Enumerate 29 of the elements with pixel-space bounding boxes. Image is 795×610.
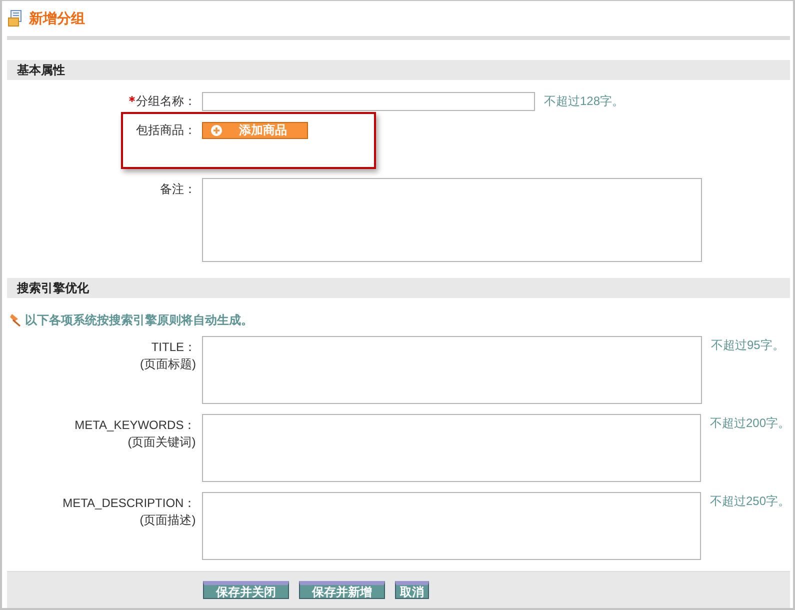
action-button[interactable]: 保存并新增: [299, 581, 385, 599]
add-goods-button[interactable]: 添加商品: [202, 122, 308, 139]
text-area[interactable]: [202, 414, 701, 482]
field-label: META_KEYWORDS：: [74, 417, 196, 434]
plus-icon: [211, 125, 222, 136]
pushpin-icon: [7, 313, 21, 327]
info-note: 以下各项系统按搜索引擎原则将自动生成。: [25, 312, 253, 328]
text-area[interactable]: [202, 336, 702, 404]
action-button[interactable]: 保存并关闭: [203, 581, 289, 599]
text-area[interactable]: [202, 178, 702, 262]
name-input[interactable]: [202, 92, 535, 111]
field-label: 分组名称：: [129, 93, 196, 110]
field-label: 备注：: [160, 181, 196, 198]
page-title: 新增分组: [29, 10, 85, 28]
action-button[interactable]: 取消: [395, 581, 429, 599]
field-label: META_DESCRIPTION：: [62, 495, 196, 512]
field-label: TITLE：: [151, 339, 196, 356]
section-header: 基本属性: [7, 60, 790, 80]
field-hint: 不超过128字。: [544, 93, 624, 110]
field-hint: 不超过250字。: [710, 493, 790, 510]
text-area[interactable]: [202, 492, 701, 560]
section-header: 搜索引擎优化: [7, 278, 790, 298]
field-sublabel: (页面标题): [140, 356, 196, 373]
field-hint: 不超过95字。: [711, 337, 784, 354]
field-label: 包括商品：: [136, 122, 196, 139]
field-hint: 不超过200字。: [710, 415, 790, 432]
field-sublabel: (页面关键词): [128, 434, 196, 451]
field-sublabel: (页面描述): [140, 512, 196, 529]
folder-list-icon: [8, 10, 22, 27]
